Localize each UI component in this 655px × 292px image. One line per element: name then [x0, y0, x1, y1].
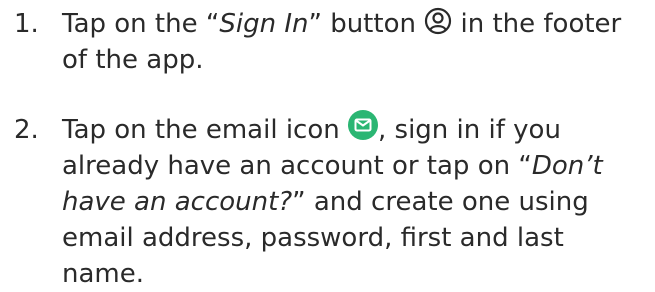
step-text: Tap on the “Sign In” button in the foote…: [62, 6, 652, 78]
step-2-line-2: already have an account or tap on “Don’t: [62, 148, 652, 184]
text-segment: in the footer: [452, 9, 622, 39]
email-icon: [348, 109, 378, 140]
step-1-line-2: of the app.: [62, 45, 204, 75]
user-circle-icon: [424, 7, 452, 35]
text-italic: Sign In: [219, 9, 309, 39]
text-italic: Don’t: [531, 151, 603, 181]
text-segment: already have an account or tap on “: [62, 151, 532, 181]
text-segment: ” and create one using: [292, 187, 589, 217]
step-2-line-3: have an account?” and create one using: [62, 184, 652, 220]
text-segment: ” button: [308, 9, 425, 39]
step-2-line-4: email address, password, first and last: [62, 223, 564, 253]
step-text: Tap on the email icon , sign in if you a…: [62, 109, 652, 292]
step-2-line-5: name.: [62, 259, 144, 289]
step-1-line-1: Tap on the “Sign In” button in the foote…: [62, 6, 652, 42]
text-italic: have an account?: [62, 187, 293, 217]
step-number: 1.: [14, 9, 39, 39]
step-2-line-1: Tap on the email icon , sign in if you: [62, 109, 652, 148]
text-segment: Tap on the “: [62, 9, 220, 39]
step-number: 2.: [14, 115, 39, 145]
text-segment: , sign in if you: [378, 115, 561, 145]
text-segment: Tap on the email icon: [62, 115, 348, 145]
